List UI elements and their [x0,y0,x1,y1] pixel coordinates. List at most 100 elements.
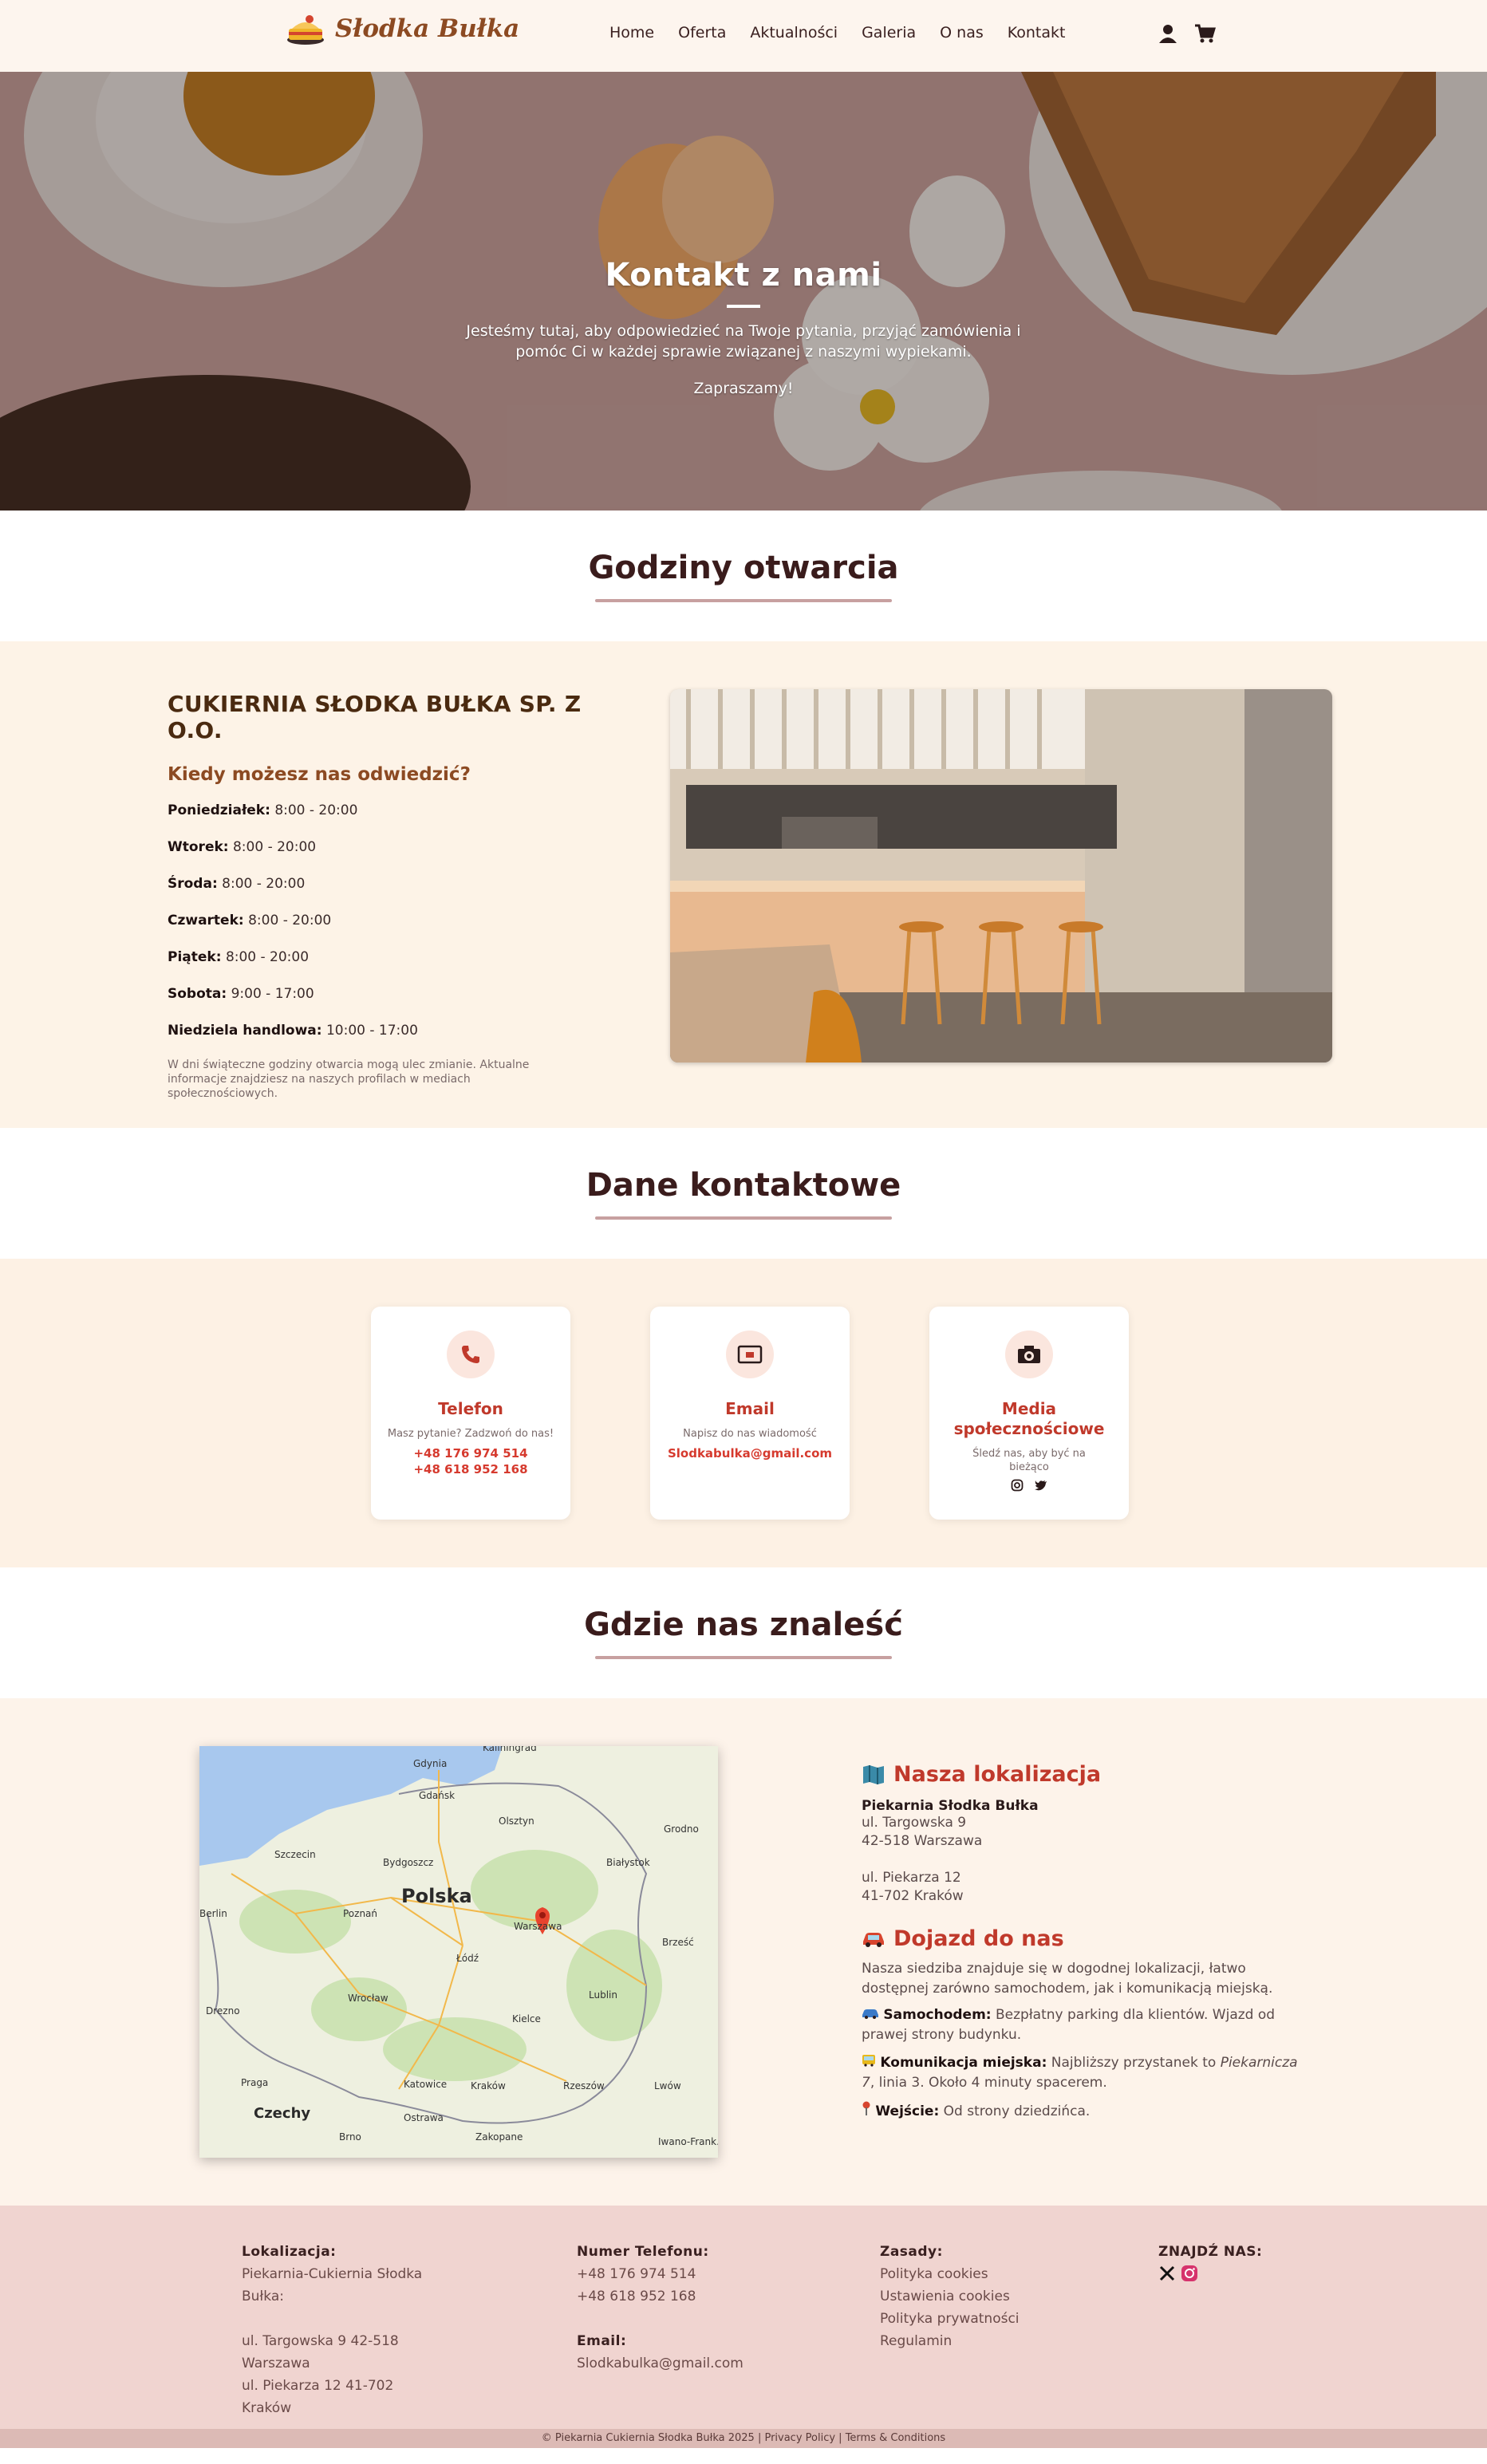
brand-logo[interactable]: Słodka Bułka [286,11,519,46]
svg-text:Praga: Praga [241,2077,268,2088]
x-icon[interactable] [1158,2265,1176,2282]
footer-heading: Zasady: [880,2244,943,2260]
contact-section: Telefon Masz pytanie? Zadzwoń do nas! +4… [0,1259,1487,1567]
hours-note: W dni świąteczne godziny otwarcia mogą u… [168,1059,530,1100]
footer-link[interactable]: Regulamin [880,2330,1087,2352]
footer-text: Kraków [242,2400,292,2416]
svg-text:Gdynia: Gdynia [413,1758,447,1769]
travel-heading-row: Dojazd do nas [862,1926,1308,1951]
footer-spacer [242,2308,449,2330]
nav-oferta[interactable]: Oferta [678,24,726,41]
user-icon[interactable] [1157,22,1179,45]
svg-text:Łódź: Łódź [456,1953,479,1964]
footer-text: Bułka: [242,2289,284,2304]
footer-link[interactable]: Polityka prywatności [880,2308,1087,2330]
footer-link[interactable]: Polityka cookies [880,2263,1087,2285]
header-icons [1157,22,1217,45]
cart-icon[interactable] [1193,22,1217,45]
svg-text:Lublin: Lublin [589,1989,617,2001]
footer-email-link[interactable]: Slodkabulka@gmail.com [577,2352,784,2375]
svg-text:Berlin: Berlin [199,1908,227,1919]
svg-text:Kielce: Kielce [512,2013,541,2024]
address-line: ul. Piekarza 12 [862,1870,961,1886]
address-line: 41-702 Kraków [862,1888,964,1904]
phone-number-link[interactable]: +48 618 952 168 [371,1461,570,1477]
main-nav: Home Oferta Aktualności Galeria O nas Ko… [609,24,1065,41]
svg-text:Drezno: Drezno [206,2005,240,2017]
svg-text:Wrocław: Wrocław [348,1993,389,2004]
hero-banner: Kontakt z nami Jesteśmy tutaj, aby odpow… [0,72,1487,511]
bus-icon [862,2055,875,2067]
svg-text:Poznań: Poznań [343,1908,377,1919]
footer-heading: Lokalizacja: [242,2244,337,2260]
svg-text:Gdańsk: Gdańsk [419,1790,455,1801]
site-footer: Lokalizacja: Piekarnia-Cukiernia Słodka … [0,2206,1487,2448]
social-links [929,1479,1129,1492]
instagram-icon[interactable] [1181,2265,1198,2282]
hours-row: Niedziela handlowa: 10:00 - 17:00 [168,1023,418,1039]
footer-heading: Numer Telefonu: [577,2244,709,2260]
email-card: Email Napisz do nas wiadomość Slodkabulk… [650,1307,850,1520]
svg-text:Zakopane: Zakopane [475,2131,523,2143]
camera-icon [1005,1331,1053,1378]
hero-content: Kontakt z nami Jesteśmy tutaj, aby odpow… [0,257,1487,397]
svg-text:Bydgoszcz: Bydgoszcz [383,1857,433,1868]
company-name: CUKIERNIA SŁODKA BUŁKA SP. Z O.O. [168,691,582,743]
location-title: Nasza lokalizacja [893,1762,1102,1787]
mail-icon [726,1331,774,1378]
travel-title: Dojazd do nas [893,1926,1064,1951]
phone-number-link[interactable]: +48 176 974 514 [371,1445,570,1461]
hero-title-underline [727,305,760,308]
nav-aktualnosci[interactable]: Aktualności [750,24,838,41]
svg-text:Brześć: Brześć [662,1937,694,1948]
cafe-interior-image [670,689,1332,1062]
hours-heading: Godziny otwarcia [588,550,899,586]
hours-list: Poniedziałek: 8:00 - 20:00 Wtorek: 8:00 … [168,802,582,1059]
hours-subtitle: Kiedy możesz nas odwiedzić? [168,764,471,785]
email-link[interactable]: Slodkabulka@gmail.com [650,1445,850,1461]
instagram-icon[interactable] [1011,1479,1024,1492]
travel-car: Samochodem: Bezpłatny parking dla klient… [862,2007,1276,2043]
footer-text: ul. Piekarza 12 41-702 [242,2378,394,2394]
travel-bus: Komunikacja miejska: Najbliższy przystan… [862,2055,1298,2091]
footer-text: Piekarnia-Cukiernia Słodka [242,2266,423,2282]
nav-kontakt[interactable]: Kontakt [1008,24,1066,41]
map-icon [863,1764,884,1784]
svg-text:Iwano-Frank.: Iwano-Frank. [658,2136,718,2147]
footer-link[interactable]: Ustawienia cookies [880,2285,1087,2308]
nav-home[interactable]: Home [609,24,654,41]
travel-entry: Wejście: Od strony dziedzińca. [862,2101,1308,2122]
heading-underline [595,1656,892,1659]
footer-phone-link[interactable]: +48 618 952 168 [577,2285,784,2308]
hours-section-title: Godziny otwarcia [0,511,1487,641]
footer-phone: Numer Telefonu: +48 176 974 514 +48 618 … [577,2241,784,2375]
svg-text:Ostrawa: Ostrawa [404,2112,444,2123]
address-line: ul. Targowska 9 [862,1815,967,1831]
location-heading-row: Nasza lokalizacja [862,1762,1308,1787]
svg-text:Warszawa: Warszawa [514,1921,562,1932]
nav-o-nas[interactable]: O nas [940,24,984,41]
footer-text: ul. Targowska 9 42-518 [242,2333,399,2349]
map-neighbor-label: Czechy [254,2105,310,2122]
svg-text:Kraków: Kraków [471,2080,506,2091]
heading-underline [595,1216,892,1220]
site-header: Słodka Bułka Home Oferta Aktualności Gal… [0,0,1487,72]
nav-galeria[interactable]: Galeria [862,24,916,41]
footer-phone-link[interactable]: +48 176 974 514 [577,2263,784,2285]
hours-row: Piątek: 8:00 - 20:00 [168,949,310,965]
travel-intro: Nasza siedziba znajduje się w dogodnej l… [862,1961,1273,1997]
contact-heading: Dane kontaktowe [586,1167,901,1204]
email-card-desc: Napisz do nas wiadomość [683,1428,817,1440]
footer-rules: Zasady: Polityka cookies Ustawienia cook… [880,2241,1087,2352]
location-heading: Gdzie nas znaleść [584,1607,903,1643]
phone-icon [447,1331,495,1378]
location-info: Nasza lokalizacja Piekarnia Słodka Bułka… [862,1762,1308,2122]
brand-name: Słodka Bułka [335,14,520,43]
heading-underline [595,599,892,602]
footer-heading: ZNAJDŹ NAS: [1158,2244,1263,2260]
twitter-icon[interactable] [1035,1479,1047,1492]
hours-row: Środa: 8:00 - 20:00 [168,876,306,892]
hours-row: Czwartek: 8:00 - 20:00 [168,913,332,928]
pin-icon [862,2101,870,2115]
location-map[interactable]: Polska Czechy Kaliningrad Gdynia Gdańsk … [199,1746,718,2158]
